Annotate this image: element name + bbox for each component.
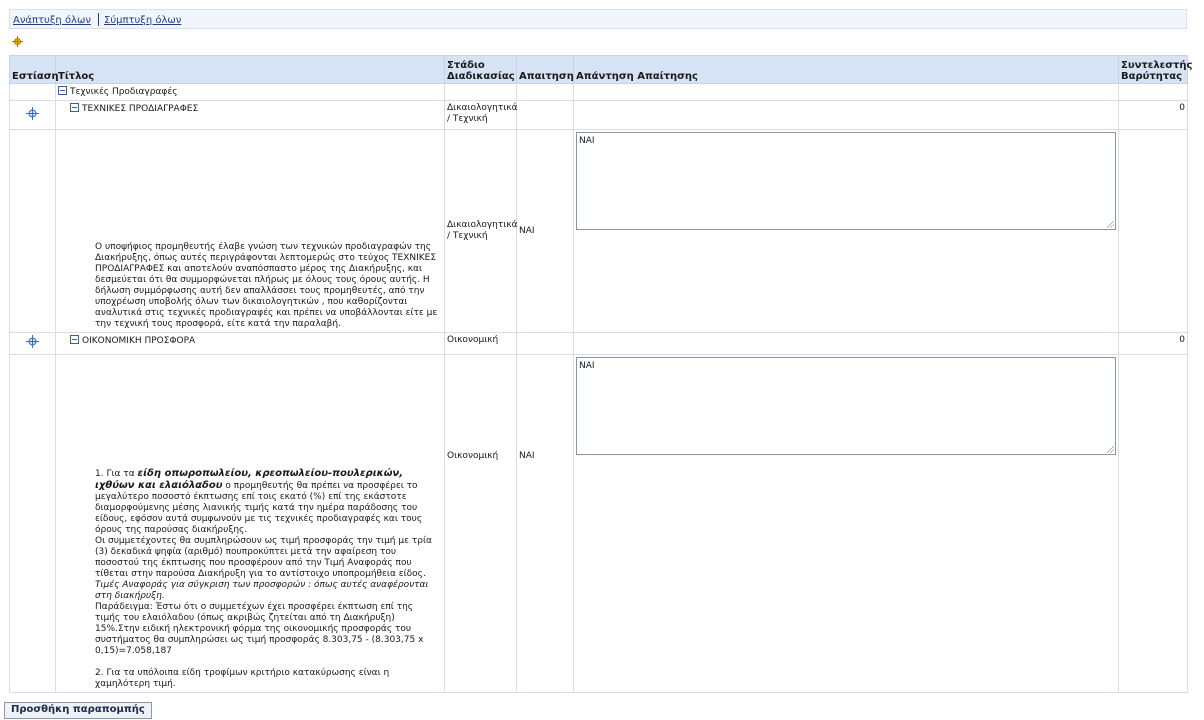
header-title[interactable]: Τίτλος [55,55,445,84]
response-textarea[interactable]: ΝΑΙ [576,357,1116,455]
requirement-value: ΝΑΙ [516,354,574,693]
response-cell: ΝΑΙ [573,354,1119,693]
collapse-toggle-icon[interactable] [58,86,67,95]
table-row: 1. Για τα είδη οπωροπωλείου, κρεοπωλείου… [9,354,1188,693]
header-response[interactable]: Απάντηση Απαίτησης [573,55,1119,84]
table-row: Ο υποψήφιος προμηθευτής έλαβε γνώση των … [9,129,1188,333]
section-row-technical: ΤΕΧΝΙΚΕΣ ΠΡΟΔΙΑΓΡΑΦΕΣ Δικαιολογητικά / Τ… [9,100,1188,130]
collapse-toggle-icon[interactable] [70,335,79,344]
header-requirement[interactable]: Απαιτηση [516,55,574,84]
group-title-cell: Τεχνικές Προδιαγραφές [55,83,445,101]
section-title: ΤΕΧΝΙΚΕΣ ΠΡΟΔΙΑΓΡΑΦΕΣ [82,104,199,114]
section-title-cell: ΟΙΚΟΝΟΜΙΚΗ ΠΡΟΣΦΟΡΑ [55,332,445,355]
collapse-toggle-icon[interactable] [70,103,79,112]
section-weight: 0 [1118,100,1188,130]
group-row: Τεχνικές Προδιαγραφές [9,83,1188,101]
group-focus-cell [9,83,56,101]
focus-cell [9,332,56,355]
table-header-row: Εστίαση Τίτλος Στάδιο Διαδικασίας Απαιτη… [9,55,1192,84]
requirement-description: 1. Για τα είδη οπωροπωλείου, κρεοπωλείου… [55,354,445,693]
requirement-stage: Δικαιολογητικά / Τεχνική [444,129,518,333]
group-label: Τεχνικές Προδιαγραφές [70,87,178,97]
section-stage: Οικονομική [444,332,517,355]
requirements-table: Εστίαση Τίτλος Στάδιο Διαδικασίας Απαιτη… [9,55,1192,693]
focus-crosshair-icon[interactable] [26,335,39,348]
section-weight: 0 [1118,332,1188,355]
resize-grip-icon[interactable] [1107,221,1114,228]
response-cell: ΝΑΙ [573,129,1119,333]
section-title-cell: ΤΕΧΝΙΚΕΣ ΠΡΟΔΙΑΓΡΑΦΕΣ [55,100,445,130]
requirement-value: ΝΑΙ [516,129,574,333]
resize-grip-icon[interactable] [1107,446,1114,453]
section-title: ΟΙΚΟΝΟΜΙΚΗ ΠΡΟΣΦΟΡΑ [82,336,196,346]
response-textarea[interactable]: ΝΑΙ [576,132,1116,230]
add-note-button[interactable]: Προσθήκη παραπομπής [4,702,152,719]
expand-all-link[interactable]: Ανάπτυξη όλων [13,15,91,26]
section-row-financial: ΟΙΚΟΝΟΜΙΚΗ ΠΡΟΣΦΟΡΑ Οικονομική 0 [9,332,1188,355]
header-stage[interactable]: Στάδιο Διαδικασίας [444,55,517,84]
requirement-stage: Οικονομική [444,354,517,693]
expand-collapse-bar: Ανάπτυξη όλων Σύμπτυξη όλων [9,9,1187,29]
focus-crosshair-icon[interactable] [26,106,39,120]
section-stage: Δικαιολογητικά / Τεχνική [444,100,518,130]
requirement-description: Ο υποψήφιος προμηθευτής έλαβε γνώση των … [55,129,445,333]
header-focus[interactable]: Εστίαση [9,55,59,84]
focus-cell [9,100,56,130]
collapse-all-link[interactable]: Σύμπτυξη όλων [104,15,181,26]
link-separator [98,13,99,26]
header-weight[interactable]: Συντελεστής Βαρύτητας [1118,55,1192,84]
focus-star-icon[interactable] [12,36,23,47]
